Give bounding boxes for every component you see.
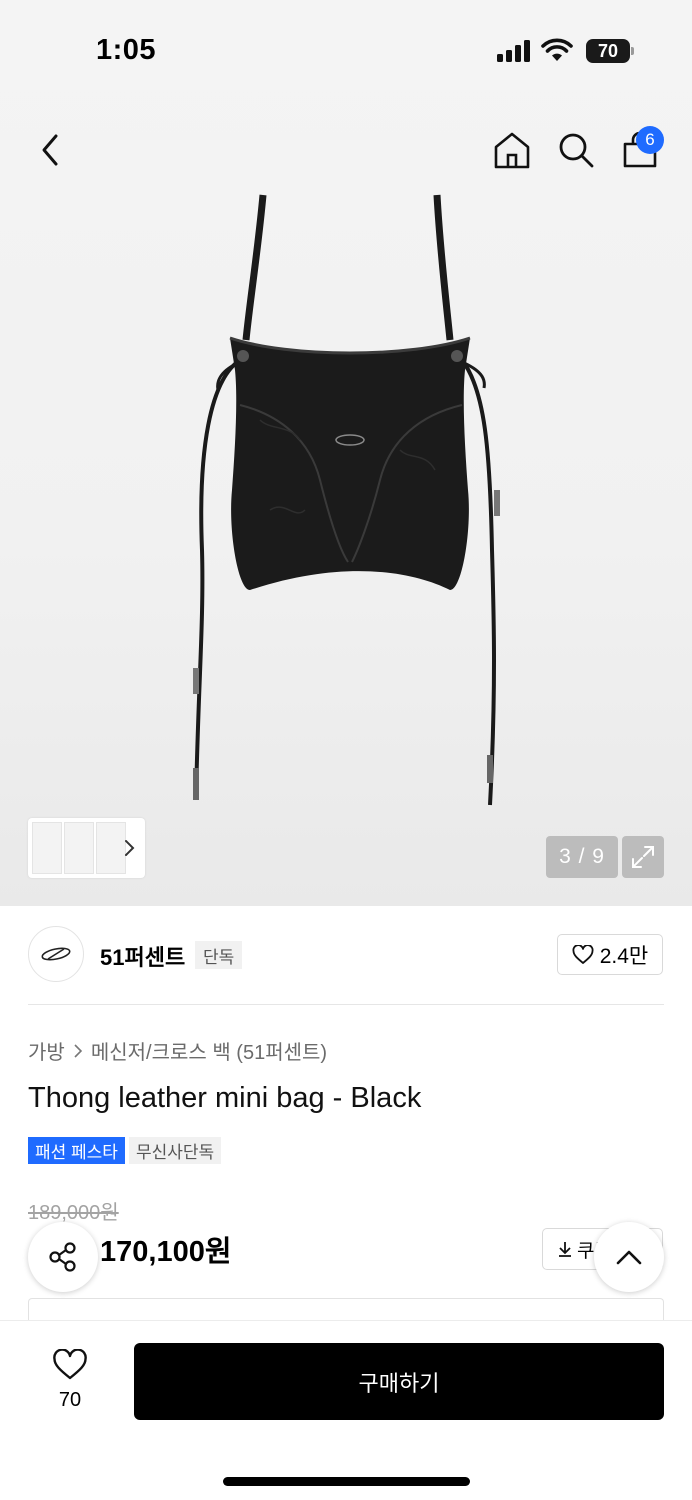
brand-logo[interactable] bbox=[28, 926, 84, 982]
original-price: 189,000원 bbox=[28, 1202, 119, 1224]
chevron-right-icon[interactable] bbox=[124, 838, 136, 858]
product-badges: 패션 페스타 무신사단독 bbox=[28, 1137, 225, 1164]
battery-icon: 70 bbox=[586, 39, 634, 63]
product-title: Thong leather mini bag - Black bbox=[28, 1082, 422, 1114]
thumbnail-item[interactable] bbox=[96, 822, 126, 874]
battery-level: 70 bbox=[586, 39, 630, 63]
search-icon[interactable] bbox=[556, 130, 596, 170]
brand-exclusive-tag: 단독 bbox=[195, 941, 243, 969]
thumbnail-item[interactable] bbox=[32, 822, 62, 874]
badge-fashion-festa: 패션 페스타 bbox=[28, 1137, 125, 1164]
download-icon bbox=[559, 1242, 571, 1257]
breadcrumb: 가방 메신저/크로스 백 (51퍼센트) bbox=[28, 1036, 327, 1065]
thumbnail-item[interactable] bbox=[64, 822, 94, 874]
wishlist-count: 70 bbox=[58, 1389, 82, 1411]
back-arrow-icon[interactable] bbox=[34, 130, 68, 170]
image-counter: 3 / 9 bbox=[546, 836, 618, 878]
chevron-right-icon bbox=[74, 1043, 82, 1058]
breadcrumb-category[interactable]: 가방 bbox=[28, 1036, 65, 1065]
scroll-top-button[interactable] bbox=[594, 1222, 664, 1292]
chevron-up-icon bbox=[616, 1250, 642, 1265]
badge-exclusive: 무신사단독 bbox=[128, 1137, 222, 1164]
brand-name[interactable]: 51퍼센트 bbox=[100, 940, 185, 972]
brand-like-count: 2.4만 bbox=[599, 944, 649, 968]
cellular-signal-icon bbox=[497, 40, 530, 62]
thumbnail-strip[interactable] bbox=[28, 818, 145, 878]
sale-price: 170,100원 bbox=[100, 1236, 232, 1268]
wishlist-heart-icon[interactable] bbox=[52, 1349, 88, 1381]
status-bar: 1:05 70 bbox=[0, 0, 692, 100]
divider bbox=[28, 1004, 664, 1005]
bottom-purchase-bar: 70 구매하기 bbox=[0, 1320, 692, 1500]
heart-icon bbox=[572, 944, 594, 964]
product-gallery[interactable]: 1:05 70 6 3 / 9 bbox=[0, 0, 692, 906]
home-icon[interactable] bbox=[492, 130, 532, 170]
breadcrumb-subcategory[interactable]: 메신저/크로스 백 (51퍼센트) bbox=[91, 1036, 327, 1065]
expand-button[interactable] bbox=[622, 836, 664, 878]
share-button[interactable] bbox=[28, 1222, 98, 1292]
brand-logo-mark bbox=[41, 947, 71, 961]
buy-button[interactable]: 구매하기 bbox=[134, 1343, 664, 1420]
share-icon bbox=[49, 1242, 76, 1272]
cart-count-badge: 6 bbox=[636, 126, 664, 154]
product-image[interactable] bbox=[180, 190, 520, 810]
brand-like-button[interactable]: 2.4만 bbox=[557, 934, 663, 975]
home-indicator bbox=[223, 1477, 470, 1486]
wifi-icon bbox=[541, 38, 573, 61]
status-time: 1:05 bbox=[96, 34, 157, 66]
expand-icon bbox=[632, 846, 654, 868]
